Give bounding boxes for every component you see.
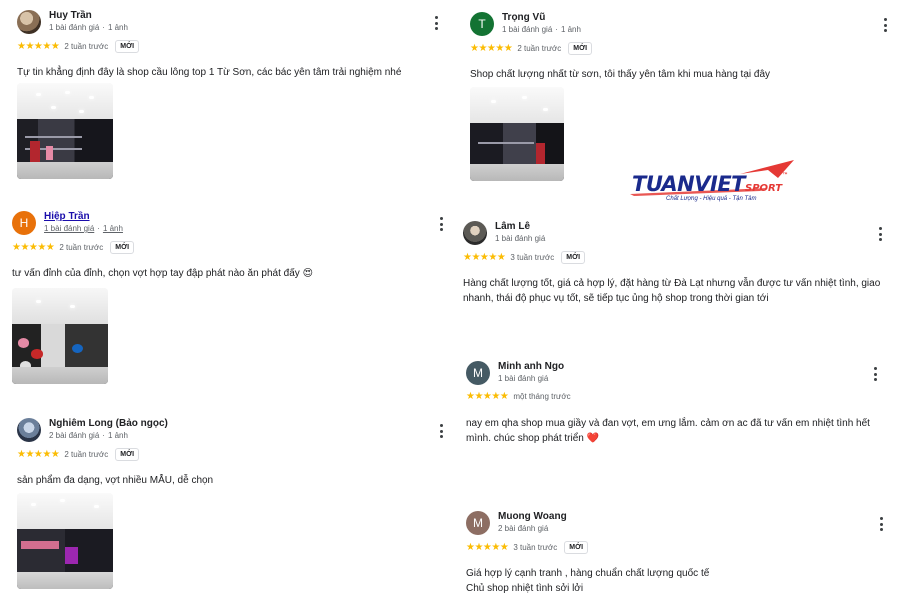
avatar[interactable]: M — [466, 511, 490, 535]
review-photo[interactable] — [12, 288, 108, 384]
review-count: 2 bài đánh giá — [498, 524, 549, 533]
review-photo[interactable] — [17, 83, 113, 179]
logo-suffix: SPORT — [745, 183, 783, 194]
reviewer-meta[interactable]: 1 bài đánh giá · 1 ảnh — [44, 224, 123, 233]
logo-wordmark: TUANVIETSPORT ™ — [632, 172, 788, 196]
review-text: Tự tin khẳng định đây là shop cầu lông t… — [17, 67, 402, 78]
review-text: sản phẩm đa dạng, vợt nhiều MẪU, dễ chọn — [17, 475, 214, 486]
review-card: M Muong Woang 2 bài đánh giá ★★★★★ 3 tuầ… — [466, 511, 893, 596]
brand-logo: TUANVIETSPORT ™ Chất Lượng - Hiệu quả - T… — [628, 158, 808, 210]
reviewer-meta: 2 bài đánh giá — [498, 524, 548, 533]
avatar-initial: H — [19, 216, 29, 230]
review-time: 2 tuần trước — [64, 450, 109, 459]
rating-row: ★★★★★ 2 tuần trước MỚI — [17, 40, 140, 53]
rating-row: ★★★★★ 3 tuần trước MỚI — [463, 251, 586, 264]
more-options-icon[interactable] — [870, 367, 880, 381]
rating-row: ★★★★★ một tháng trước — [466, 391, 571, 402]
review-count[interactable]: 1 bài đánh giá — [44, 224, 94, 233]
review-card: Lâm Lê 1 bài đánh giá ★★★★★ 3 tuần trước… — [463, 221, 893, 321]
review-text: nay em qha shop mua giầy và đan vợt, em … — [466, 418, 870, 444]
review-card: Huy Trần 1 bài đánh giá · 1 ảnh ★★★★★ 2 tu… — [17, 10, 447, 185]
more-options-icon[interactable] — [436, 424, 446, 438]
rating-row: ★★★★★ 2 tuần trước MỚI — [470, 42, 593, 55]
review-text-line: Giá hợp lý cạnh tranh , hàng chuẩn chất … — [466, 568, 710, 579]
logo-tagline: Chất Lượng - Hiệu quả - Tận Tâm — [666, 196, 757, 202]
star-rating: ★★★★★ — [17, 449, 60, 460]
review-count: 1 bài đánh giá — [502, 25, 553, 34]
review-photo[interactable] — [470, 87, 564, 181]
review-time: 3 tuần trước — [510, 253, 555, 262]
star-rating: ★★★★★ — [466, 542, 509, 553]
more-options-icon[interactable] — [880, 18, 890, 32]
review-count: 2 bài đánh giá — [49, 431, 100, 440]
review-count: 1 bài đánh giá — [49, 23, 100, 32]
reviewer-meta: 1 bài đánh giá · 1 ảnh — [502, 25, 581, 34]
review-text-line: Chủ shop nhiệt tình sởi lởi — [466, 583, 584, 594]
more-options-icon[interactable] — [876, 517, 886, 531]
star-rating: ★★★★★ — [463, 252, 506, 263]
reviewer-meta: 1 bài đánh giá — [495, 234, 545, 243]
avatar[interactable] — [17, 418, 41, 442]
review-text: Giá hợp lý cạnh tranh , hàng chuẩn chất … — [466, 566, 886, 596]
avatar-initial: M — [473, 366, 483, 380]
avatar[interactable]: M — [466, 361, 490, 385]
rating-row: ★★★★★ 3 tuần trước MỚI — [466, 541, 589, 554]
more-options-icon[interactable] — [875, 227, 885, 241]
star-rating: ★★★★★ — [466, 391, 509, 402]
reviewer-name[interactable]: Muong Woang — [498, 511, 567, 522]
review-time: một tháng trước — [513, 392, 571, 401]
photo-count[interactable]: 1 ảnh — [103, 224, 123, 233]
new-badge: MỚI — [564, 541, 589, 554]
logo-tm: ™ — [782, 172, 789, 179]
reviewer-name[interactable]: Trọng Vũ — [502, 12, 545, 23]
photo-count: 1 ảnh — [560, 25, 581, 34]
review-card: Nghiêm Long (Bảo ngọc) 2 bài đánh giá · 1 … — [17, 418, 447, 593]
new-badge: MỚI — [115, 40, 140, 53]
review-time: 2 tuần trước — [59, 243, 104, 252]
logo-brand: TUANVIET — [632, 172, 746, 196]
new-badge: MỚI — [568, 42, 593, 55]
avatar[interactable]: T — [470, 12, 494, 36]
star-rating: ★★★★★ — [12, 242, 55, 253]
photo-count: 1 ảnh — [107, 23, 128, 32]
review-time: 3 tuần trước — [513, 543, 558, 552]
reviewer-name[interactable]: Hiệp Trần — [44, 211, 90, 222]
review-photo[interactable] — [17, 493, 113, 589]
avatar-initial: T — [478, 17, 486, 31]
review-card: H Hiệp Trần 1 bài đánh giá · 1 ảnh ★★★★★ 2… — [12, 211, 447, 386]
new-badge: MỚI — [115, 448, 140, 461]
new-badge: MỚI — [110, 241, 135, 254]
review-text: Hàng chất lượng tốt, giá cả hợp lý, đặt … — [463, 278, 881, 304]
reviewer-meta: 2 bài đánh giá · 1 ảnh — [49, 431, 128, 440]
reviewer-meta: 1 bài đánh giá — [498, 374, 548, 383]
review-count: 1 bài đánh giá — [498, 374, 549, 383]
rating-row: ★★★★★ 2 tuần trước MỚI — [17, 448, 140, 461]
reviewer-meta: 1 bài đánh giá · 1 ảnh — [49, 23, 128, 32]
photo-count: 1 ảnh — [107, 431, 128, 440]
reviewer-name[interactable]: Huy Trần — [49, 10, 92, 21]
avatar[interactable]: H — [12, 211, 36, 235]
review-time: 2 tuần trước — [64, 42, 109, 51]
avatar[interactable] — [463, 221, 487, 245]
review-card: M Minh anh Ngo 1 bài đánh giá ★★★★★ một … — [466, 361, 893, 461]
star-rating: ★★★★★ — [17, 41, 60, 52]
more-options-icon[interactable] — [436, 217, 446, 231]
reviewer-name[interactable]: Lâm Lê — [495, 221, 530, 232]
reviewer-name[interactable]: Minh anh Ngo — [498, 361, 564, 372]
review-time: 2 tuần trước — [517, 44, 562, 53]
new-badge: MỚI — [561, 251, 586, 264]
review-text: tư vấn đỉnh của đỉnh, chọn vợt hợp tay đ… — [12, 268, 313, 279]
star-rating: ★★★★★ — [470, 43, 513, 54]
avatar-initial: M — [473, 516, 483, 530]
rating-row: ★★★★★ 2 tuần trước MỚI — [12, 241, 135, 254]
more-options-icon[interactable] — [431, 16, 441, 30]
review-count: 1 bài đánh giá — [495, 234, 546, 243]
avatar[interactable] — [17, 10, 41, 34]
reviewer-name[interactable]: Nghiêm Long (Bảo ngọc) — [49, 418, 168, 429]
review-text: Shop chất lượng nhất từ sơn, tôi thấy yê… — [470, 69, 771, 80]
